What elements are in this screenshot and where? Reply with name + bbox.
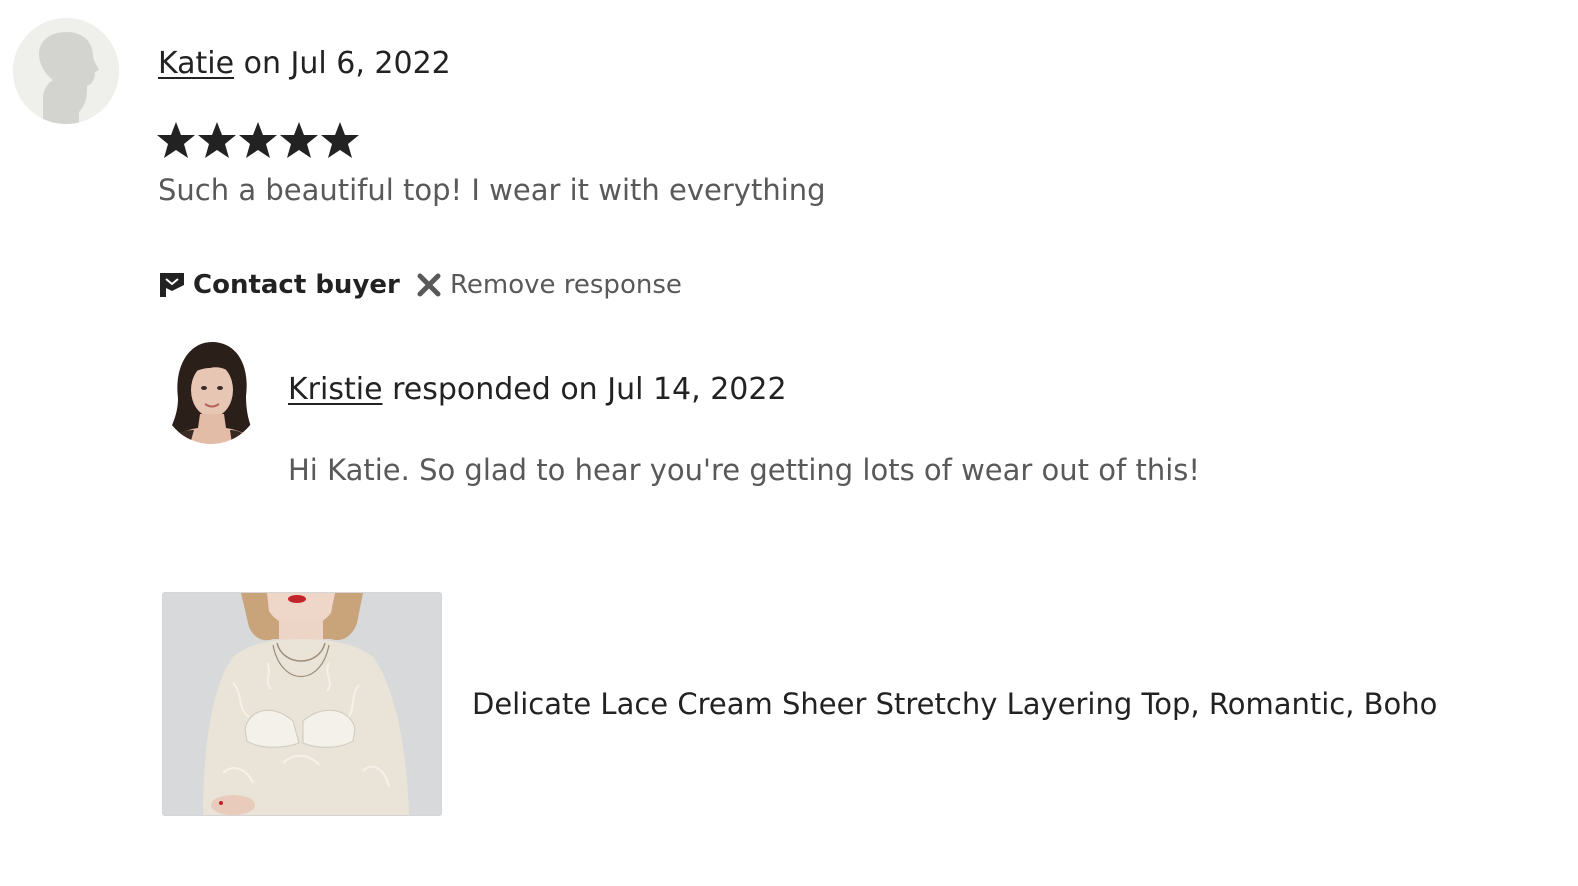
response-text: Hi Katie. So glad to hear you're getting… [288,453,1200,487]
listing-title-link[interactable]: Delicate Lace Cream Sheer Stretchy Layer… [472,684,1437,724]
message-flag-icon [160,273,184,297]
reviewer-avatar [13,18,119,124]
review-date: on Jul 6, 2022 [234,46,451,81]
listing-thumbnail[interactable] [162,592,442,816]
review-header: Katie on Jul 6, 2022 [158,44,451,84]
response-date: responded on Jul 14, 2022 [382,372,787,407]
close-x-icon [417,273,441,297]
remove-response-button[interactable]: Remove response [416,270,682,300]
star-rating [156,118,360,162]
response-header: Kristie responded on Jul 14, 2022 [288,370,787,410]
listing-photo [163,593,441,815]
seller-name-link[interactable]: Kristie [288,372,383,407]
contact-buyer-label: Contact buyer [193,270,400,300]
review-text: Such a beautiful top! I wear it with eve… [158,173,826,207]
remove-response-label: Remove response [450,270,682,300]
star-icon [198,122,236,158]
star-icon [157,122,195,158]
seller-avatar [160,338,262,444]
default-user-silhouette-icon [13,18,119,124]
seller-photo [160,338,262,444]
star-icon [280,122,318,158]
star-icon [321,122,359,158]
reviewer-name-link[interactable]: Katie [158,46,234,81]
contact-buyer-button[interactable]: Contact buyer [158,270,400,300]
star-icon [239,122,277,158]
